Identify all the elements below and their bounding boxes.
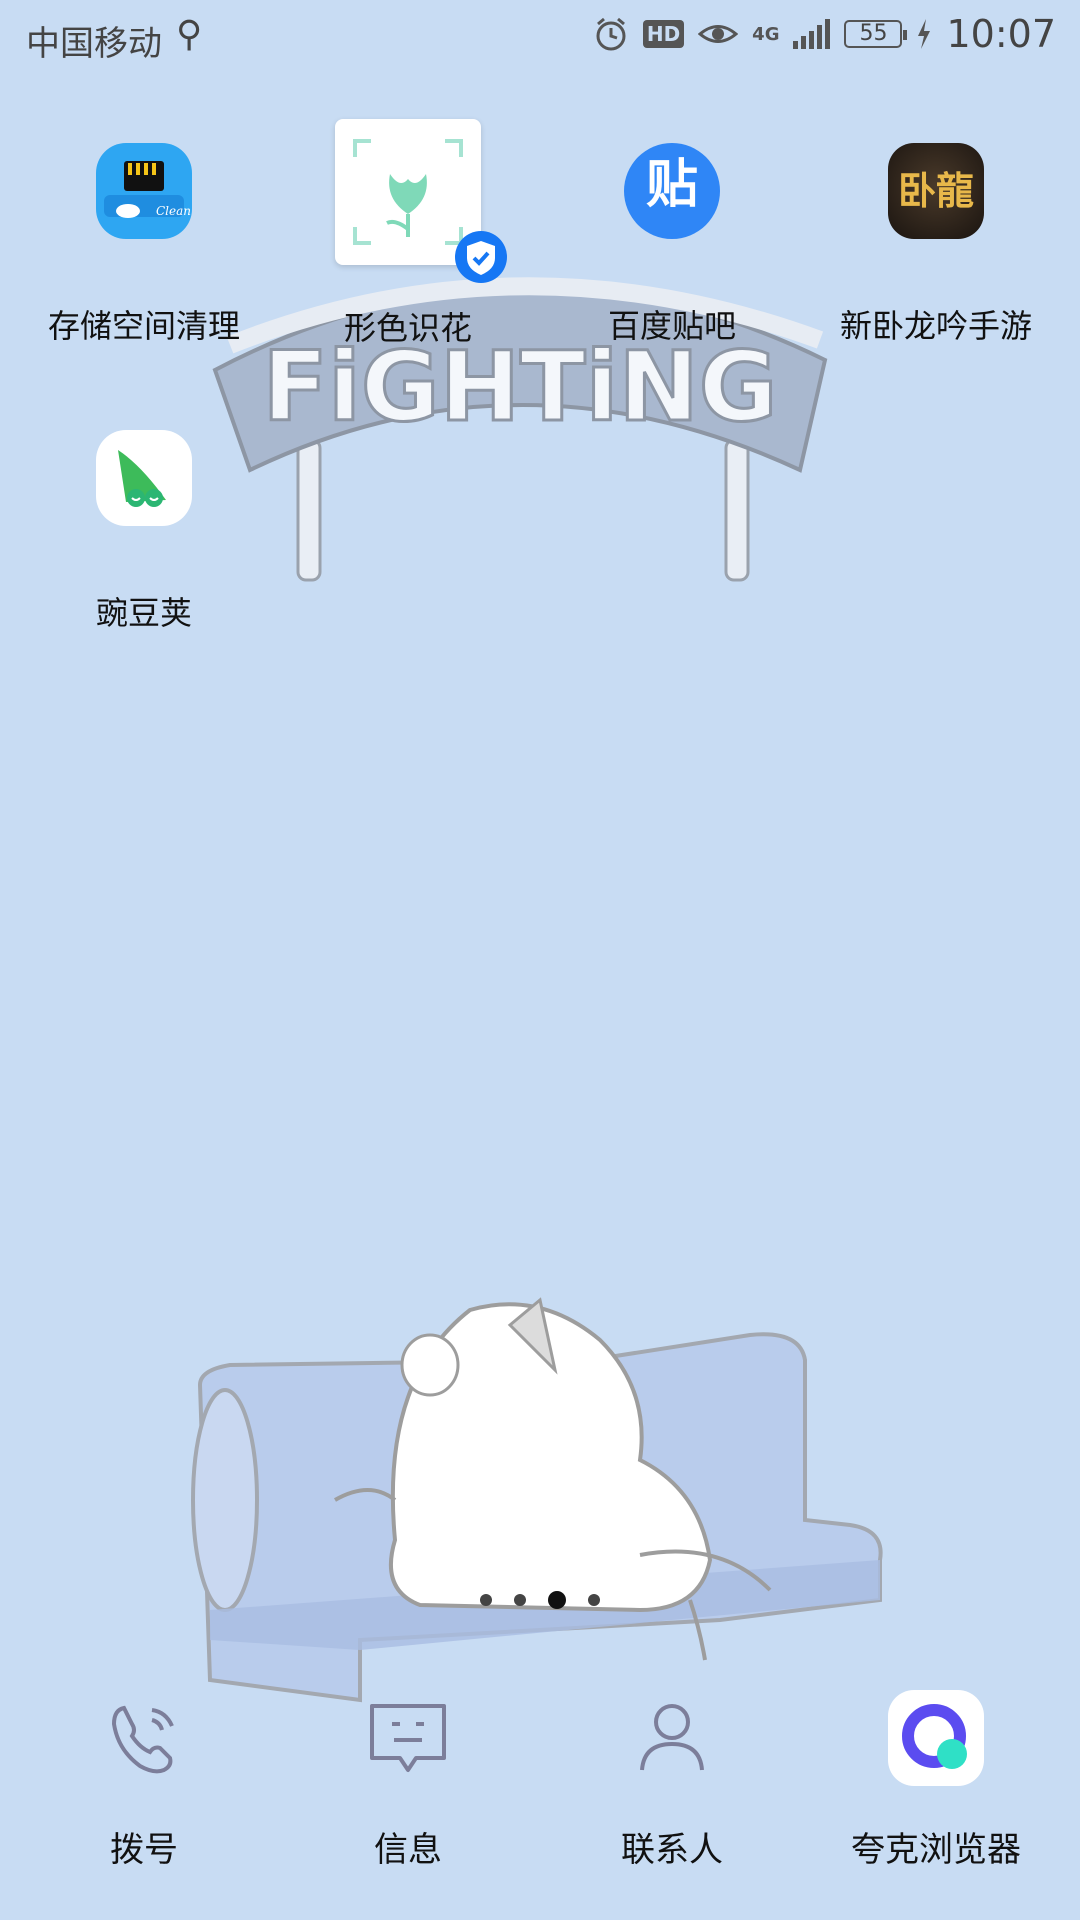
status-bar: 中国移动 ⚲ HD 4G 55 10:07 bbox=[0, 0, 1080, 74]
network-type: 4G bbox=[752, 23, 780, 45]
contacts-icon bbox=[624, 1690, 720, 1786]
wolong-game-icon: 卧龍 bbox=[888, 143, 984, 239]
clock: 10:07 bbox=[946, 12, 1056, 56]
quark-browser-icon bbox=[888, 1690, 984, 1786]
app-label: 新卧龙吟手游 bbox=[839, 307, 1032, 345]
sofa-bird-illustration bbox=[191, 1297, 883, 1703]
carrier-name: 中国移动 bbox=[26, 24, 162, 64]
page-dot[interactable] bbox=[588, 1594, 600, 1606]
dock-label: 夸克浏览器 bbox=[851, 1830, 1021, 1870]
eye-icon bbox=[698, 25, 739, 43]
verified-badge-icon bbox=[455, 231, 507, 283]
charging-icon bbox=[918, 19, 931, 49]
app-label: 百度贴吧 bbox=[607, 307, 736, 345]
battery-indicator: 55 bbox=[844, 20, 908, 48]
app-label: 存储空间清理 bbox=[47, 307, 240, 345]
signal-icon bbox=[793, 19, 831, 49]
storage-clean-icon: Clean bbox=[96, 143, 192, 239]
svg-text:Clean: Clean bbox=[156, 204, 191, 218]
page-dot-current[interactable] bbox=[548, 1591, 566, 1609]
app-baidu-tieba[interactable]: 贴 百度贴吧 bbox=[552, 143, 792, 347]
page-indicator[interactable] bbox=[0, 1591, 1080, 1609]
dock-messages[interactable]: 信息 bbox=[288, 1690, 528, 1871]
dock-phone[interactable]: 拨号 bbox=[24, 1690, 264, 1871]
phone-icon bbox=[96, 1690, 192, 1786]
hd-icon: HD bbox=[642, 20, 685, 48]
dock-label: 拨号 bbox=[110, 1830, 178, 1870]
app-wandoujia[interactable]: 豌豆荚 bbox=[24, 430, 264, 634]
app-label: 形色识花 bbox=[343, 309, 472, 347]
page-dot[interactable] bbox=[514, 1594, 526, 1606]
wandoujia-icon bbox=[96, 430, 192, 526]
page-dot[interactable] bbox=[480, 1594, 492, 1606]
dock-label: 联系人 bbox=[621, 1830, 723, 1870]
app-flower-recognition[interactable]: 形色识花 bbox=[288, 119, 528, 349]
status-icons: HD 4G 55 10:07 bbox=[593, 12, 1056, 56]
dock-contacts[interactable]: 联系人 bbox=[552, 1690, 792, 1871]
app-storage-clean[interactable]: Clean 存储空间清理 bbox=[24, 143, 264, 347]
app-label: 豌豆荚 bbox=[95, 594, 192, 632]
dock-quark-browser[interactable]: 夸克浏览器 bbox=[816, 1690, 1056, 1871]
app-wolong-game[interactable]: 卧龍 新卧龙吟手游 bbox=[816, 143, 1056, 347]
message-icon bbox=[360, 1690, 456, 1786]
baidu-tieba-icon: 贴 bbox=[624, 143, 720, 239]
usb-icon: ⚲ bbox=[176, 14, 203, 55]
alarm-icon bbox=[596, 17, 626, 51]
dock-label: 信息 bbox=[374, 1830, 442, 1870]
flower-recognition-icon bbox=[335, 119, 507, 283]
